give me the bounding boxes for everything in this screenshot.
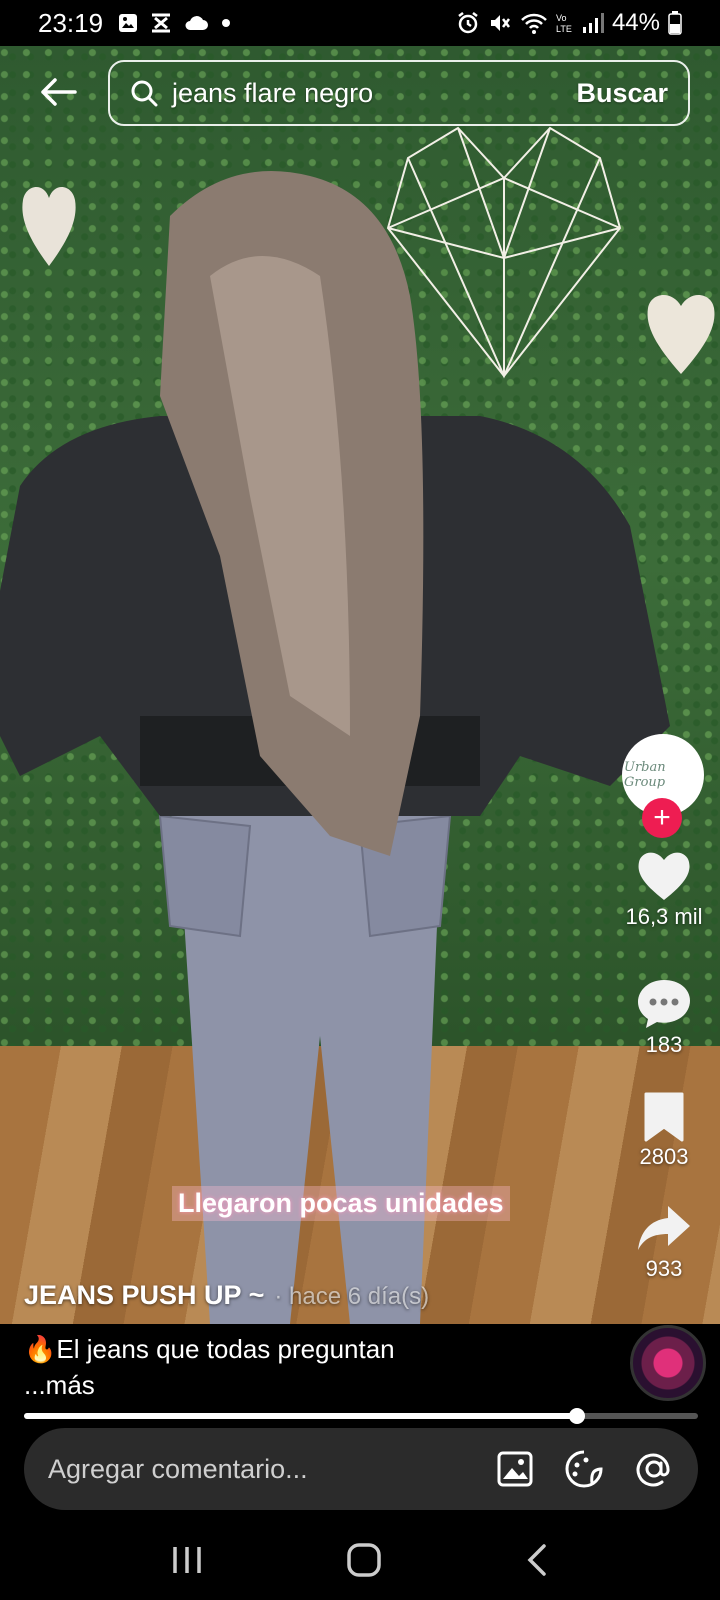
system-nav-bar	[0, 1520, 720, 1600]
battery-percent: 44%	[611, 9, 660, 36]
cast-icon	[152, 13, 171, 33]
back-button[interactable]	[36, 70, 80, 114]
image-icon[interactable]	[496, 1450, 534, 1488]
cloud-icon	[185, 16, 209, 30]
comment-placeholder: Agregar comentario...	[48, 1453, 308, 1484]
music-disc[interactable]	[630, 1325, 706, 1401]
progress-fill	[24, 1413, 577, 1419]
like-count: 16,3 mil	[625, 904, 703, 929]
mention-icon[interactable]	[634, 1449, 674, 1489]
share-arrow-icon	[638, 1206, 690, 1250]
status-bar: 23:19 Vo LTE 44%	[0, 0, 720, 46]
post-time: · hace 6 día(s)	[274, 1283, 430, 1310]
recent-apps-icon[interactable]	[170, 1544, 204, 1576]
search-button[interactable]: Buscar	[576, 78, 668, 109]
video-overlay-caption: Llegaron pocas unidades	[172, 1186, 510, 1221]
sticker-icon[interactable]	[564, 1449, 604, 1489]
video-description[interactable]: 🔥El jeans que todas preguntan	[24, 1334, 395, 1365]
back-nav-icon[interactable]	[524, 1543, 550, 1577]
video-progress-bar[interactable]	[24, 1408, 698, 1424]
comment-button[interactable]: 183	[614, 978, 714, 1058]
battery-icon	[668, 11, 682, 35]
search-input[interactable]: jeans flare negro Buscar	[108, 60, 690, 126]
search-icon	[131, 80, 158, 107]
svg-text:Vo: Vo	[556, 13, 567, 23]
comment-input[interactable]: Agregar comentario...	[24, 1428, 698, 1510]
share-button[interactable]: 933	[614, 1202, 714, 1282]
save-button[interactable]: 2803	[614, 1090, 714, 1170]
comment-count: 183	[645, 1032, 683, 1057]
bookmark-icon	[644, 1092, 684, 1142]
author-line[interactable]: JEANS PUSH UP ~ · hace 6 día(s)	[24, 1280, 429, 1311]
progress-knob[interactable]	[568, 1408, 585, 1424]
follow-button[interactable]: +	[642, 798, 682, 838]
heart-icon	[638, 852, 690, 900]
search-query: jeans flare negro	[172, 77, 374, 108]
more-link[interactable]: ...más	[24, 1370, 95, 1401]
share-count: 933	[645, 1256, 683, 1281]
author-name[interactable]: JEANS PUSH UP ~	[24, 1280, 264, 1311]
wifi-icon	[521, 13, 547, 34]
gallery-icon	[119, 14, 138, 32]
avatar-logo-text: Urban Group	[624, 760, 666, 790]
svg-text:LTE: LTE	[556, 24, 572, 34]
status-time: 23:19	[38, 7, 104, 38]
back-arrow-icon	[41, 78, 77, 106]
person-figure	[0, 171, 670, 1324]
like-button[interactable]: 16,3 mil	[614, 848, 714, 930]
video-player[interactable]	[0, 46, 720, 1324]
mute-icon	[490, 15, 510, 31]
comment-bubble-icon	[638, 980, 690, 1028]
dot-icon	[222, 19, 231, 27]
signal-icon	[582, 13, 604, 33]
save-count: 2803	[639, 1144, 689, 1169]
volte-icon: VoLTE	[556, 13, 572, 34]
home-icon[interactable]	[345, 1541, 383, 1579]
alarm-icon	[458, 12, 478, 34]
